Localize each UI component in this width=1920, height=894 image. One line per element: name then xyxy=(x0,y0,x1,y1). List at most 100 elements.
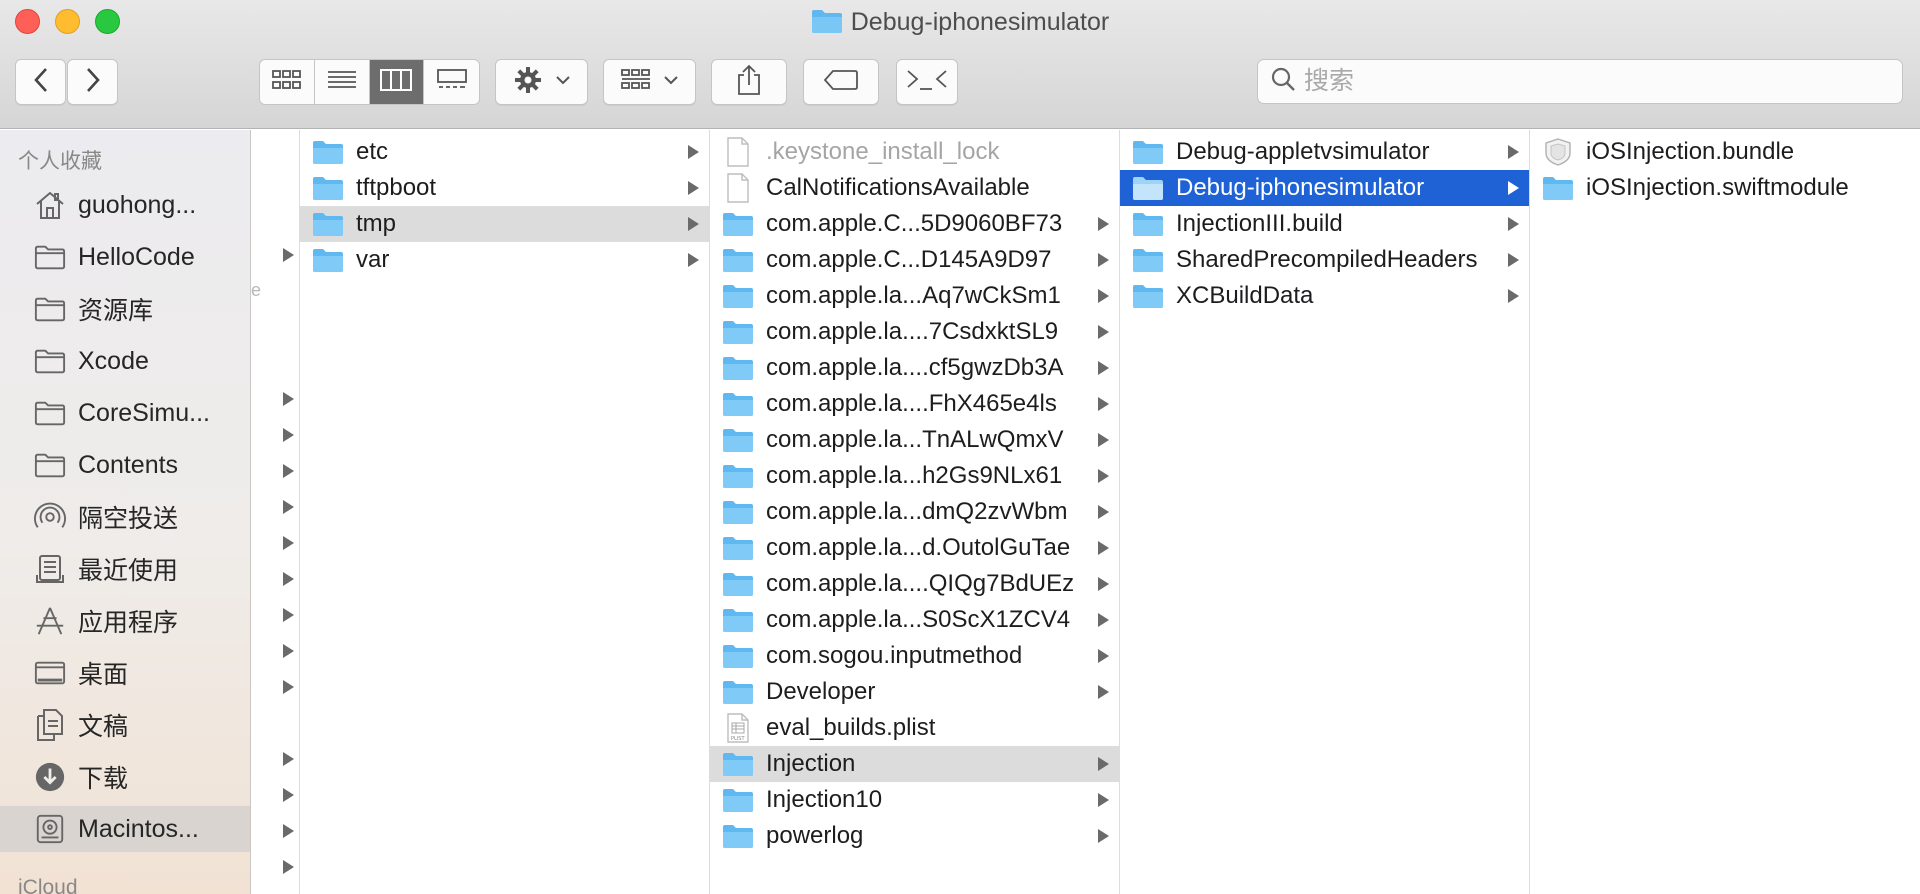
open-terminal-button[interactable] xyxy=(896,59,958,105)
folder-row[interactable]: Debug-iphonesimulator xyxy=(1120,170,1529,206)
sidebar-item-home[interactable]: guohong... xyxy=(0,182,250,228)
folder-icon xyxy=(1132,282,1164,310)
folder-row[interactable]: com.apple.la...TnALwQmxV xyxy=(710,422,1119,458)
disclosure-arrow-icon[interactable] xyxy=(283,644,294,658)
search-input[interactable] xyxy=(1304,67,1864,96)
folder-row[interactable]: etc xyxy=(300,134,709,170)
folder-icon xyxy=(34,243,66,271)
disclosure-arrow-icon[interactable] xyxy=(283,536,294,550)
folder-row[interactable]: var xyxy=(300,242,709,278)
disclosure-arrow-icon xyxy=(1098,433,1109,447)
column-view-button[interactable] xyxy=(369,60,425,104)
disclosure-arrow-icon[interactable] xyxy=(283,392,294,406)
sidebar-item-macintosh-hd[interactable]: Macintos... xyxy=(0,806,250,852)
sidebar-item-hellocode[interactable]: HelloCode xyxy=(0,234,250,280)
folder-row[interactable]: com.apple.la...d.OutolGuTae xyxy=(710,530,1119,566)
item-name: Injection10 xyxy=(766,786,883,813)
file-row[interactable]: .keystone_install_lock xyxy=(710,134,1119,170)
sidebar-item-desktop[interactable]: 桌面 xyxy=(0,650,250,696)
sidebar-item-xcode[interactable]: Xcode xyxy=(0,338,250,384)
disclosure-arrow-icon[interactable] xyxy=(283,500,294,514)
disclosure-arrow-icon[interactable] xyxy=(283,248,294,262)
folder-row[interactable]: com.apple.C...D145A9D97 xyxy=(710,242,1119,278)
folder-row[interactable]: com.apple.la...S0ScX1ZCV4 xyxy=(710,602,1119,638)
folder-row[interactable]: com.sogou.inputmethod xyxy=(710,638,1119,674)
folder-row[interactable]: com.apple.la...dmQ2zvWbm xyxy=(710,494,1119,530)
file-row[interactable]: CalNotificationsAvailable xyxy=(710,170,1119,206)
folder-row[interactable]: tmp xyxy=(300,206,709,242)
downloads-icon xyxy=(34,762,66,792)
icon-view-button[interactable] xyxy=(260,60,315,104)
share-button[interactable] xyxy=(711,59,787,105)
folder-row[interactable]: XCBuildData xyxy=(1120,278,1529,314)
sidebar-item-library[interactable]: 资源库 xyxy=(0,286,250,332)
disclosure-arrow-icon[interactable] xyxy=(283,680,294,694)
folder-row[interactable]: SharedPrecompiledHeaders xyxy=(1120,242,1529,278)
sidebar-item-coresimulator[interactable]: CoreSimu... xyxy=(0,390,250,436)
folder-row[interactable]: Injection xyxy=(710,746,1119,782)
chevron-left-icon xyxy=(32,66,50,99)
folder-row[interactable]: Injection10 xyxy=(710,782,1119,818)
folder-row[interactable]: iOSInjection.swiftmodule xyxy=(1530,170,1920,206)
folder-row[interactable]: com.apple.C...5D9060BF73 xyxy=(710,206,1119,242)
recents-icon xyxy=(34,555,66,583)
folder-icon xyxy=(1132,210,1164,238)
folder-row[interactable]: com.apple.la...h2Gs9NLx61 xyxy=(710,458,1119,494)
disclosure-arrow-icon xyxy=(1098,397,1109,411)
search-field[interactable] xyxy=(1257,59,1903,104)
folder-row[interactable]: powerlog xyxy=(710,818,1119,854)
disclosure-arrow-icon[interactable] xyxy=(283,860,294,874)
action-menu-button[interactable] xyxy=(495,59,588,105)
disclosure-arrow-icon[interactable] xyxy=(283,752,294,766)
column-2: .keystone_install_lock CalNotificationsAv… xyxy=(710,130,1120,894)
sidebar-item-airdrop[interactable]: 隔空投送 xyxy=(0,494,250,540)
item-name: .keystone_install_lock xyxy=(766,138,1000,165)
disclosure-arrow-icon[interactable] xyxy=(283,608,294,622)
search-icon xyxy=(1270,66,1296,97)
disclosure-arrow-icon[interactable] xyxy=(283,824,294,838)
folder-icon xyxy=(312,246,344,274)
sidebar-item-label: 文稿 xyxy=(78,713,129,741)
sidebar-item-label: 隔空投送 xyxy=(78,505,179,533)
disclosure-arrow-icon xyxy=(1098,469,1109,483)
folder-row[interactable]: com.apple.la....cf5gwzDb3A xyxy=(710,350,1119,386)
disclosure-arrow-icon xyxy=(1098,613,1109,627)
disclosure-arrow-icon[interactable] xyxy=(283,572,294,586)
window-title-text: Debug-iphonesimulator xyxy=(850,8,1110,36)
sidebar-item-contents[interactable]: Contents xyxy=(0,442,250,488)
folder-icon xyxy=(722,750,754,778)
disclosure-arrow-icon xyxy=(1098,757,1109,771)
folder-row[interactable]: Developer xyxy=(710,674,1119,710)
edit-tags-button[interactable] xyxy=(803,59,879,105)
sidebar-item-documents[interactable]: 文稿 xyxy=(0,702,250,748)
documents-icon xyxy=(34,709,66,741)
bundle-icon xyxy=(1542,138,1574,166)
sidebar-item-label: Xcode xyxy=(78,346,149,375)
disclosure-arrow-icon[interactable] xyxy=(283,788,294,802)
sidebar-item-downloads[interactable]: 下载 xyxy=(0,754,250,800)
sidebar-item-label: Contents xyxy=(78,450,179,479)
list-view-button[interactable] xyxy=(315,60,370,104)
sidebar-item-applications[interactable]: 应用程序 xyxy=(0,598,250,644)
folder-row[interactable]: tftpboot xyxy=(300,170,709,206)
folder-row[interactable]: InjectionIII.build xyxy=(1120,206,1529,242)
folder-icon xyxy=(722,534,754,562)
svg-text:PLIST: PLIST xyxy=(731,736,745,742)
folder-row[interactable]: com.apple.la...Aq7wCkSm1 xyxy=(710,278,1119,314)
icloud-header: iCloud xyxy=(18,876,78,894)
folder-row[interactable]: com.apple.la....7CsdxktSL9 xyxy=(710,314,1119,350)
file-row[interactable]: iOSInjection.bundle xyxy=(1530,134,1920,170)
back-button[interactable] xyxy=(15,59,66,105)
sidebar-item-recents[interactable]: 最近使用 xyxy=(0,546,250,592)
folder-row[interactable]: Debug-appletvsimulator xyxy=(1120,134,1529,170)
disclosure-arrow-icon[interactable] xyxy=(283,428,294,442)
folder-row[interactable]: com.apple.la....QIQg7BdUEz xyxy=(710,566,1119,602)
folder-icon xyxy=(1132,246,1164,274)
gallery-view-button[interactable] xyxy=(424,60,479,104)
folder-icon xyxy=(722,786,754,814)
group-by-button[interactable] xyxy=(603,59,696,105)
file-row[interactable]: PLIST eval_builds.plist xyxy=(710,710,1119,746)
disclosure-arrow-icon[interactable] xyxy=(283,464,294,478)
forward-button[interactable] xyxy=(67,59,118,105)
folder-row[interactable]: com.apple.la....FhX465e4ls xyxy=(710,386,1119,422)
